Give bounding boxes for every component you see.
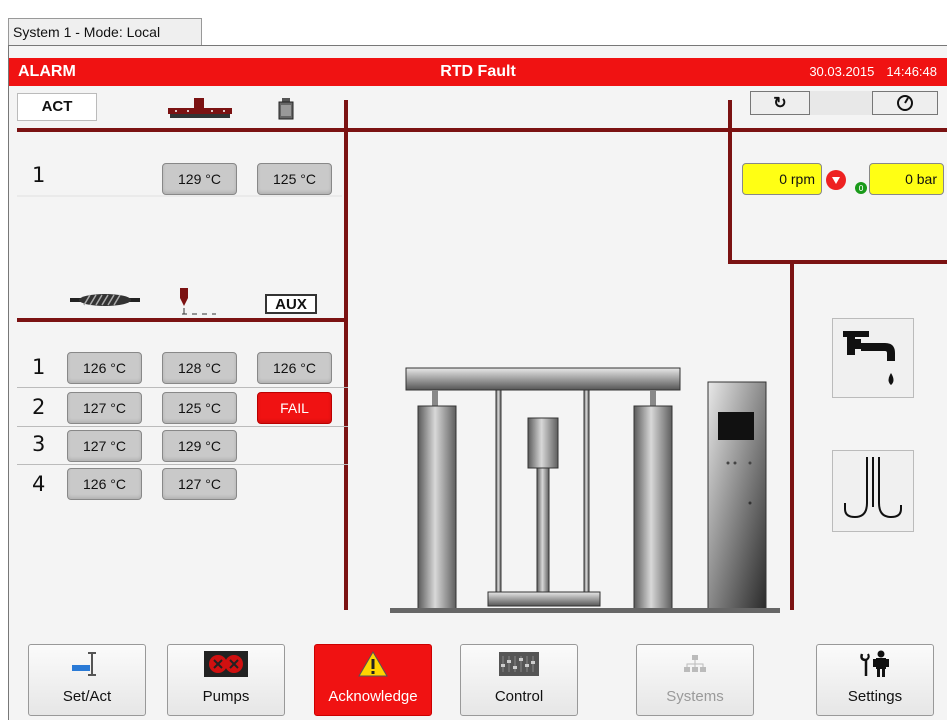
systems-button[interactable]: Systems [636,644,754,716]
row-number: 3 [32,432,46,456]
alarm-time: 14:46:48 [886,64,937,79]
divider [17,318,348,322]
systems-label: Systems [666,688,724,705]
temperature-value[interactable]: 126 °C [67,468,142,500]
heater-coil-button[interactable] [832,450,914,532]
temperature-value[interactable]: 127 °C [67,392,142,424]
pumps-icon [204,651,248,677]
pumps-label: Pumps [202,688,250,705]
nozzle-header-icon [168,98,232,120]
divider [17,128,947,132]
set-act-icon [72,652,96,676]
temperature-value[interactable]: 125 °C [257,163,332,195]
settings-label: Settings [847,688,903,705]
temperature-value[interactable]: 126 °C [67,352,142,384]
divider [728,100,732,263]
settings-icon [860,650,889,677]
temperature-value[interactable]: 129 °C [162,163,237,195]
temperature-value[interactable]: 127 °C [67,430,142,462]
settings-button[interactable]: Settings [816,644,934,716]
machine-illustration [390,367,780,613]
systems-icon [684,655,706,672]
divider [790,260,794,610]
row-separator [17,426,348,427]
alarm-timestamp: 30.03.2015 14:46:48 [797,64,937,79]
pumps-button[interactable]: Pumps [167,644,285,716]
button-spacer [810,91,872,115]
bar-value[interactable]: 0 bar [869,163,944,195]
heater-band-icon [70,293,140,307]
hopper-icon [278,98,294,120]
acknowledge-button[interactable]: Acknowledge [314,644,432,716]
divider [728,260,947,264]
status-green-icon: 0 [855,181,867,194]
water-tap-button[interactable] [832,318,914,398]
acknowledge-label: Acknowledge [328,688,418,705]
heater-coil-icon [844,457,902,519]
alarm-date: 30.03.2015 [809,64,875,79]
temperature-value[interactable]: 125 °C [162,392,237,424]
row-separator [17,387,348,388]
control-icon [499,652,539,676]
row-number: 4 [32,472,46,496]
row-separator [17,464,348,465]
warning-icon [358,651,388,677]
tab-system-1[interactable]: System 1 - Mode: Local [8,18,202,45]
alarm-bar: ALARM RTD Fault 30.03.2015 14:46:48 [9,58,947,86]
temperature-value[interactable]: 128 °C [162,352,237,384]
temperature-value[interactable]: 126 °C [257,352,332,384]
temperature-value[interactable]: 127 °C [162,468,237,500]
gauge-icon [897,95,913,111]
control-label: Control [494,688,544,705]
alarm-down-icon [825,169,847,191]
fail-status[interactable]: FAIL [257,392,332,424]
gauge-button[interactable] [872,91,938,115]
refresh-icon: ↻ [773,95,787,112]
set-act-button[interactable]: Set/Act [28,644,146,716]
row-number: 1 [32,355,46,379]
refresh-button[interactable]: ↻ [750,91,810,115]
svg-text:0: 0 [858,184,863,193]
row-number: 2 [32,395,46,419]
water-tap-icon [843,331,895,385]
rpm-value[interactable]: 0 rpm [742,163,822,195]
row-number: 1 [32,163,46,187]
act-button[interactable]: ACT [17,93,97,121]
aux-label: AUX [265,294,317,314]
control-button[interactable]: Control [460,644,578,716]
tip-icon [180,288,216,316]
set-act-label: Set/Act [62,688,112,705]
separator [17,195,342,197]
temperature-value[interactable]: 129 °C [162,430,237,462]
